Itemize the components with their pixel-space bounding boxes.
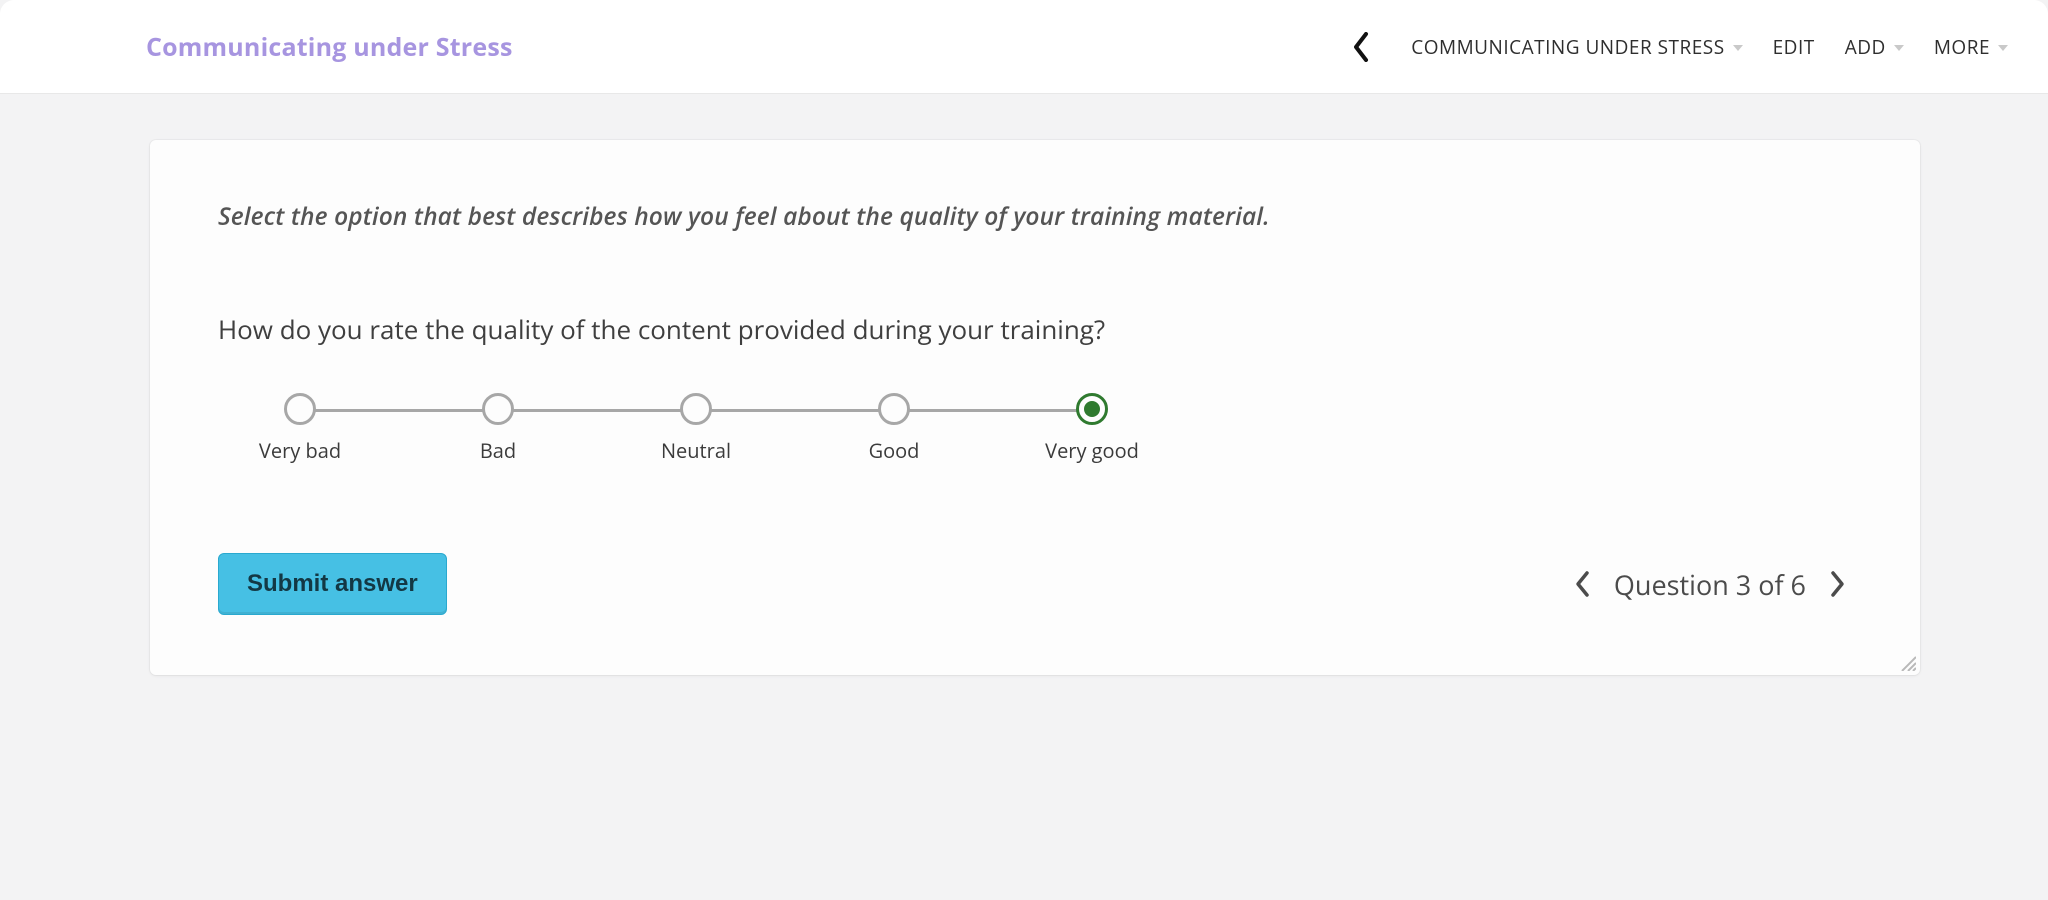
- instruction-text: Select the option that best describes ho…: [218, 200, 1852, 233]
- question-text: How do you rate the quality of the conte…: [218, 311, 1852, 347]
- pager-label: Question 3 of 6: [1614, 566, 1806, 603]
- question-pager: Question 3 of 6: [1568, 564, 1852, 604]
- app-frame: Communicating under Stress COMMUNICATING…: [0, 0, 2048, 900]
- likert-label: Neutral: [636, 437, 756, 464]
- top-bar: Communicating under Stress COMMUNICATING…: [0, 0, 2048, 94]
- likert-label: Good: [834, 437, 954, 464]
- resize-handle-icon: [1898, 653, 1916, 671]
- caret-down-icon: [1998, 45, 2008, 51]
- page-title: Communicating under Stress: [146, 30, 513, 64]
- top-nav: COMMUNICATING UNDER STRESS EDIT ADD MORE: [1341, 27, 2008, 67]
- likert-scale: Very badBadNeutralGoodVery good: [286, 393, 1106, 483]
- likert-radio[interactable]: [284, 393, 316, 425]
- likert-option: Good: [834, 393, 954, 464]
- nav-add-label: ADD: [1845, 34, 1886, 60]
- pager-next-button[interactable]: [1824, 564, 1852, 604]
- chevron-left-icon: [1352, 32, 1370, 62]
- submit-answer-button[interactable]: Submit answer: [218, 553, 447, 615]
- likert-option: Very good: [1032, 393, 1152, 464]
- likert-option: Bad: [438, 393, 558, 464]
- likert-radio[interactable]: [680, 393, 712, 425]
- likert-option: Very bad: [240, 393, 360, 464]
- pager-prev-button[interactable]: [1568, 564, 1596, 604]
- resize-handle[interactable]: [1898, 653, 1916, 671]
- nav-more-dropdown[interactable]: MORE: [1934, 34, 2008, 60]
- nav-course-dropdown[interactable]: COMMUNICATING UNDER STRESS: [1411, 34, 1742, 60]
- caret-down-icon: [1894, 45, 1904, 51]
- nav-edit[interactable]: EDIT: [1773, 34, 1815, 60]
- nav-course-label: COMMUNICATING UNDER STRESS: [1411, 34, 1724, 60]
- caret-down-icon: [1733, 45, 1743, 51]
- likert-radio[interactable]: [482, 393, 514, 425]
- nav-add-dropdown[interactable]: ADD: [1845, 34, 1904, 60]
- chevron-right-icon: [1830, 570, 1846, 598]
- likert-label: Very good: [1032, 437, 1152, 464]
- chevron-left-icon: [1574, 570, 1590, 598]
- back-button[interactable]: [1341, 27, 1381, 67]
- likert-radio[interactable]: [1076, 393, 1108, 425]
- likert-label: Very bad: [240, 437, 360, 464]
- nav-edit-label: EDIT: [1773, 34, 1815, 60]
- question-card: Select the option that best describes ho…: [150, 140, 1920, 675]
- card-footer: Submit answer Question 3 of 6: [218, 553, 1852, 615]
- nav-more-label: MORE: [1934, 34, 1990, 60]
- likert-radio[interactable]: [878, 393, 910, 425]
- likert-option: Neutral: [636, 393, 756, 464]
- likert-label: Bad: [438, 437, 558, 464]
